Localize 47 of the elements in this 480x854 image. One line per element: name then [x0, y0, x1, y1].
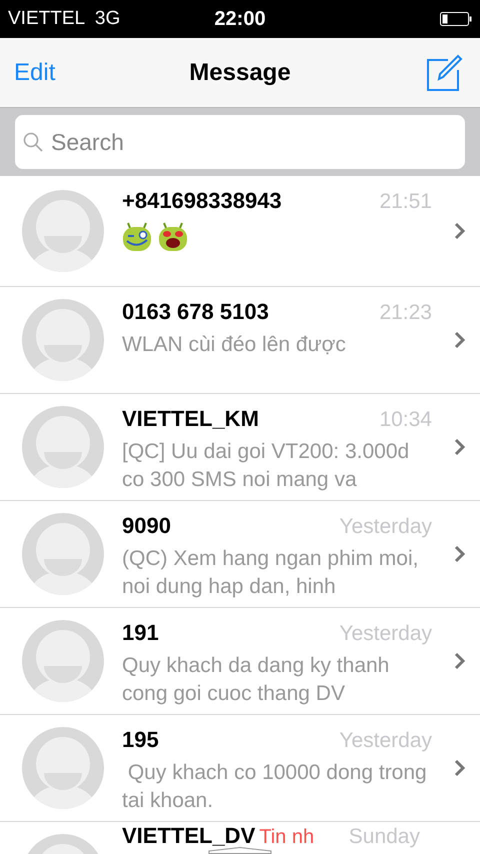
- message-time: Yesterday: [339, 515, 432, 539]
- message-time: Yesterday: [339, 622, 432, 646]
- conversation-row[interactable]: 0163 678 5103 21:23 WLAN cùi đéo lên được: [0, 287, 480, 394]
- conversation-row[interactable]: +841698338943 21:51: [0, 176, 480, 287]
- contact-name: 191: [122, 620, 159, 646]
- message-time: 21:23: [379, 301, 432, 325]
- message-preview: (QC) Xem hang ngan phim moi, noi dung hap dan, hinh: [122, 546, 420, 600]
- contact-name: VIETTEL_DV: [122, 826, 256, 846]
- chevron-icon: [454, 331, 466, 349]
- conversation-row[interactable]: VIETTEL_KM 10:34 [QC] Uu dai goi VT200: 3.000d co 300 SMS noi mang va: [0, 394, 480, 501]
- avatar-icon: [22, 190, 104, 272]
- chevron-icon: [454, 652, 466, 670]
- compose-icon[interactable]: [426, 54, 464, 92]
- contact-name: 195: [122, 727, 159, 753]
- message-time: Sunday: [348, 827, 420, 847]
- contact-name: VIETTEL_KM: [122, 406, 259, 432]
- screen-title: Message: [188, 58, 292, 86]
- clock: 22:00: [213, 8, 267, 30]
- carrier-label: VIETTEL 3G: [8, 8, 120, 30]
- message-tag: Tin nh: [259, 827, 314, 847]
- message-preview: [QC] Uu dai goi VT200: 3.000d co 300 SMS noi mang va: [122, 439, 410, 493]
- message-time: Yesterday: [339, 729, 432, 753]
- avatar-icon: [22, 620, 104, 702]
- conversation-row[interactable]: 195 Yesterday Quy khach co 10000 dong trong tai khoan.: [0, 715, 480, 822]
- shouting-emoji-icon: [158, 222, 188, 252]
- contact-name: 9090: [122, 513, 171, 539]
- message-time: 10:34: [379, 408, 432, 432]
- chevron-icon: [454, 545, 466, 563]
- message-preview: WLAN cùi đéo lên được: [122, 332, 347, 358]
- message-preview: Quy khach co 10000 dong trong tai khoan.: [122, 760, 428, 814]
- conversation-row[interactable]: 9090 Yesterday (QC) Xem hang ngan phim moi, noi dung hap dan, hinh: [0, 501, 480, 608]
- chevron-icon: [454, 759, 466, 777]
- avatar-icon: [22, 406, 104, 488]
- search-field[interactable]: Search: [15, 115, 465, 169]
- message-time: 21:51: [379, 190, 432, 214]
- message-preview: Quy khach da dang ky thanh cong goi cuoc thang DV: [122, 653, 390, 707]
- chevron-icon: [454, 222, 466, 240]
- contact-name: 0163 678 5103: [122, 299, 269, 325]
- pull-up-handle-icon[interactable]: [207, 847, 273, 854]
- avatar-icon: [22, 727, 104, 809]
- chevron-icon: [454, 438, 466, 456]
- contact-name: +841698338943: [122, 188, 282, 214]
- avatar-icon: [22, 513, 104, 595]
- avatar-icon: [22, 299, 104, 381]
- wink-emoji-icon: [122, 222, 152, 252]
- conversation-row[interactable]: 191 Yesterday Quy khach da dang ky thanh cong goi cuoc thang DV: [0, 608, 480, 715]
- battery-icon: [440, 12, 472, 26]
